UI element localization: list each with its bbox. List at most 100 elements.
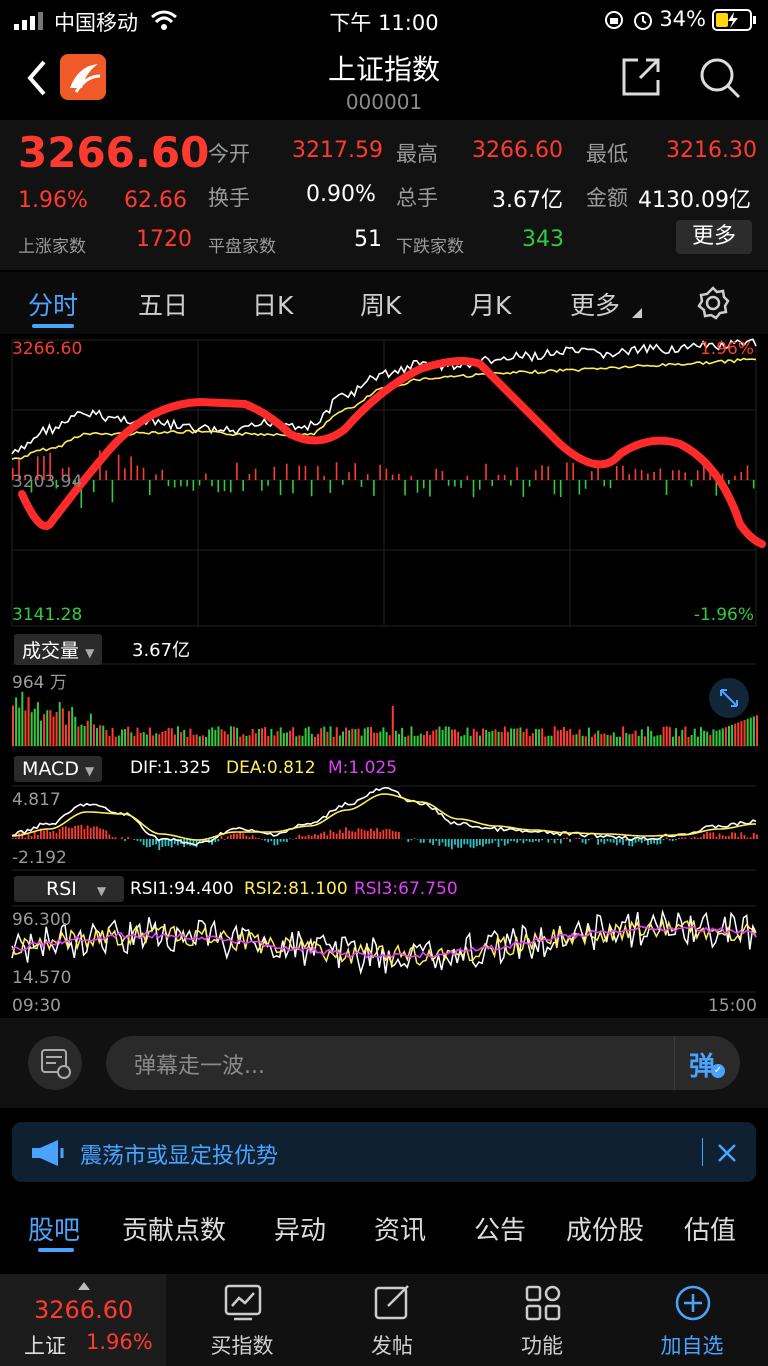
volume-bar xyxy=(217,726,220,746)
macd-bar xyxy=(522,839,525,844)
macd-bar xyxy=(619,839,621,843)
danmaku-toggle-button[interactable] xyxy=(28,1036,82,1090)
status-bar: 中国移动 下午 11:00 34% xyxy=(0,0,768,40)
footer-quote[interactable]: 3266.60 上证 1.96% xyxy=(0,1274,166,1366)
volume-bar xyxy=(615,736,618,746)
tab-week-k[interactable]: 周K xyxy=(360,286,401,322)
more-button[interactable]: 更多 xyxy=(676,220,752,254)
tab-constituents[interactable]: 成份股 xyxy=(566,1210,644,1247)
tab-day-k[interactable]: 日K xyxy=(252,286,293,322)
macd-bar xyxy=(441,839,444,843)
volume-bar xyxy=(289,730,292,746)
volume-bar xyxy=(124,729,127,746)
volume-bar xyxy=(450,729,453,746)
price-bar xyxy=(348,472,350,480)
volume-bar xyxy=(186,736,189,746)
dropdown-icon xyxy=(632,308,642,318)
price-bar xyxy=(454,480,456,487)
hand-drawn-annotation xyxy=(18,356,766,548)
tab-guba[interactable]: 股吧 xyxy=(28,1210,80,1247)
macd-bar xyxy=(671,839,674,842)
volume-bar xyxy=(92,724,95,746)
volume-bar xyxy=(562,727,565,746)
volume-bar xyxy=(631,733,634,746)
volume-bar xyxy=(727,726,730,746)
macd-bar xyxy=(538,839,540,842)
macd-bar xyxy=(637,839,640,842)
tab-valuation[interactable]: 估值 xyxy=(684,1210,736,1247)
function-button[interactable]: 功能 xyxy=(482,1274,602,1366)
price-bar xyxy=(261,480,263,491)
volume-bar xyxy=(634,730,637,746)
volume-bar xyxy=(301,735,304,746)
tab-announcement[interactable]: 公告 xyxy=(474,1210,526,1247)
close-icon[interactable] xyxy=(716,1142,738,1164)
volume-bar xyxy=(550,735,553,746)
volume-bar xyxy=(422,734,425,746)
danmaku-input[interactable]: 弹幕走一波... 弹 ✓ xyxy=(106,1036,740,1090)
tab-contribution[interactable]: 贡献点数 xyxy=(122,1210,226,1247)
macd-bar xyxy=(497,839,500,847)
tab-five-day[interactable]: 五日 xyxy=(138,286,188,322)
macd-bar xyxy=(313,834,316,839)
current-price: 3266.60 xyxy=(18,128,210,177)
rsi-indicator-select[interactable]: RSI ▼ xyxy=(14,876,124,902)
tab-month-k[interactable]: 月K xyxy=(470,286,511,322)
buy-index-button[interactable]: 买指数 xyxy=(182,1274,302,1366)
volume-bar xyxy=(447,726,450,746)
price-bar xyxy=(572,462,574,480)
danmaku-send-button[interactable]: 弹 ✓ xyxy=(674,1036,740,1090)
volume-bar xyxy=(341,731,344,746)
macd-bar xyxy=(609,839,612,843)
macd-bar xyxy=(49,832,52,839)
volume-indicator-select[interactable]: 成交量 ▼ xyxy=(14,634,103,665)
macd-bar xyxy=(457,839,459,848)
macd-bar xyxy=(391,831,394,839)
macd-bar xyxy=(740,832,743,839)
macd-bar xyxy=(270,839,273,842)
macd-bar xyxy=(43,830,45,839)
tab-news[interactable]: 资讯 xyxy=(374,1210,426,1247)
price-bar xyxy=(360,480,363,487)
macd-bar xyxy=(12,838,14,839)
price-bar xyxy=(752,480,755,489)
tab-intraday[interactable]: 分时 xyxy=(28,286,78,322)
volume-bar xyxy=(482,728,485,746)
volume-bar xyxy=(108,736,111,746)
high-label: 最高 xyxy=(396,142,438,166)
notice-divider xyxy=(702,1138,703,1166)
settings-gear-icon[interactable] xyxy=(696,286,730,320)
volume-bar xyxy=(148,727,151,746)
price-bar xyxy=(180,480,182,487)
intraday-chart-area[interactable]: 3266.60 3203.94 3141.28 1.96% -1.96% xyxy=(0,334,768,1018)
amount-label: 金额 xyxy=(586,186,628,210)
volume-bar xyxy=(737,722,740,746)
volume-bar xyxy=(145,734,148,746)
volume-bar xyxy=(553,726,556,746)
share-icon[interactable] xyxy=(620,56,662,98)
macd-bar xyxy=(709,832,712,839)
macd-bar xyxy=(164,839,167,847)
tab-more[interactable]: 更多 xyxy=(570,286,620,322)
macd-bar xyxy=(506,839,509,844)
volume-bar xyxy=(130,732,133,746)
macd-bar xyxy=(718,833,721,839)
notice-bar[interactable]: 震荡市或显定投优势 xyxy=(12,1122,756,1182)
volume-bar xyxy=(684,726,687,746)
volume-bar xyxy=(656,735,659,746)
post-label: 发帖 xyxy=(371,1334,413,1358)
macd-bar xyxy=(233,833,235,839)
volume-bar xyxy=(320,728,323,746)
volume-bar xyxy=(385,731,388,746)
macd-indicator-select[interactable]: MACD ▼ xyxy=(14,756,103,782)
price-bar xyxy=(622,465,624,480)
notice-text: 震荡市或显定投优势 xyxy=(80,1144,279,1169)
macd-bar xyxy=(746,837,749,839)
macd-bar xyxy=(295,837,298,839)
volume-bar xyxy=(404,736,407,746)
add-watchlist-button[interactable]: 加自选 xyxy=(632,1274,752,1366)
price-bar xyxy=(366,474,369,480)
search-icon[interactable] xyxy=(698,56,742,100)
tab-movement[interactable]: 异动 xyxy=(274,1210,326,1247)
post-button[interactable]: 发帖 xyxy=(332,1274,452,1366)
